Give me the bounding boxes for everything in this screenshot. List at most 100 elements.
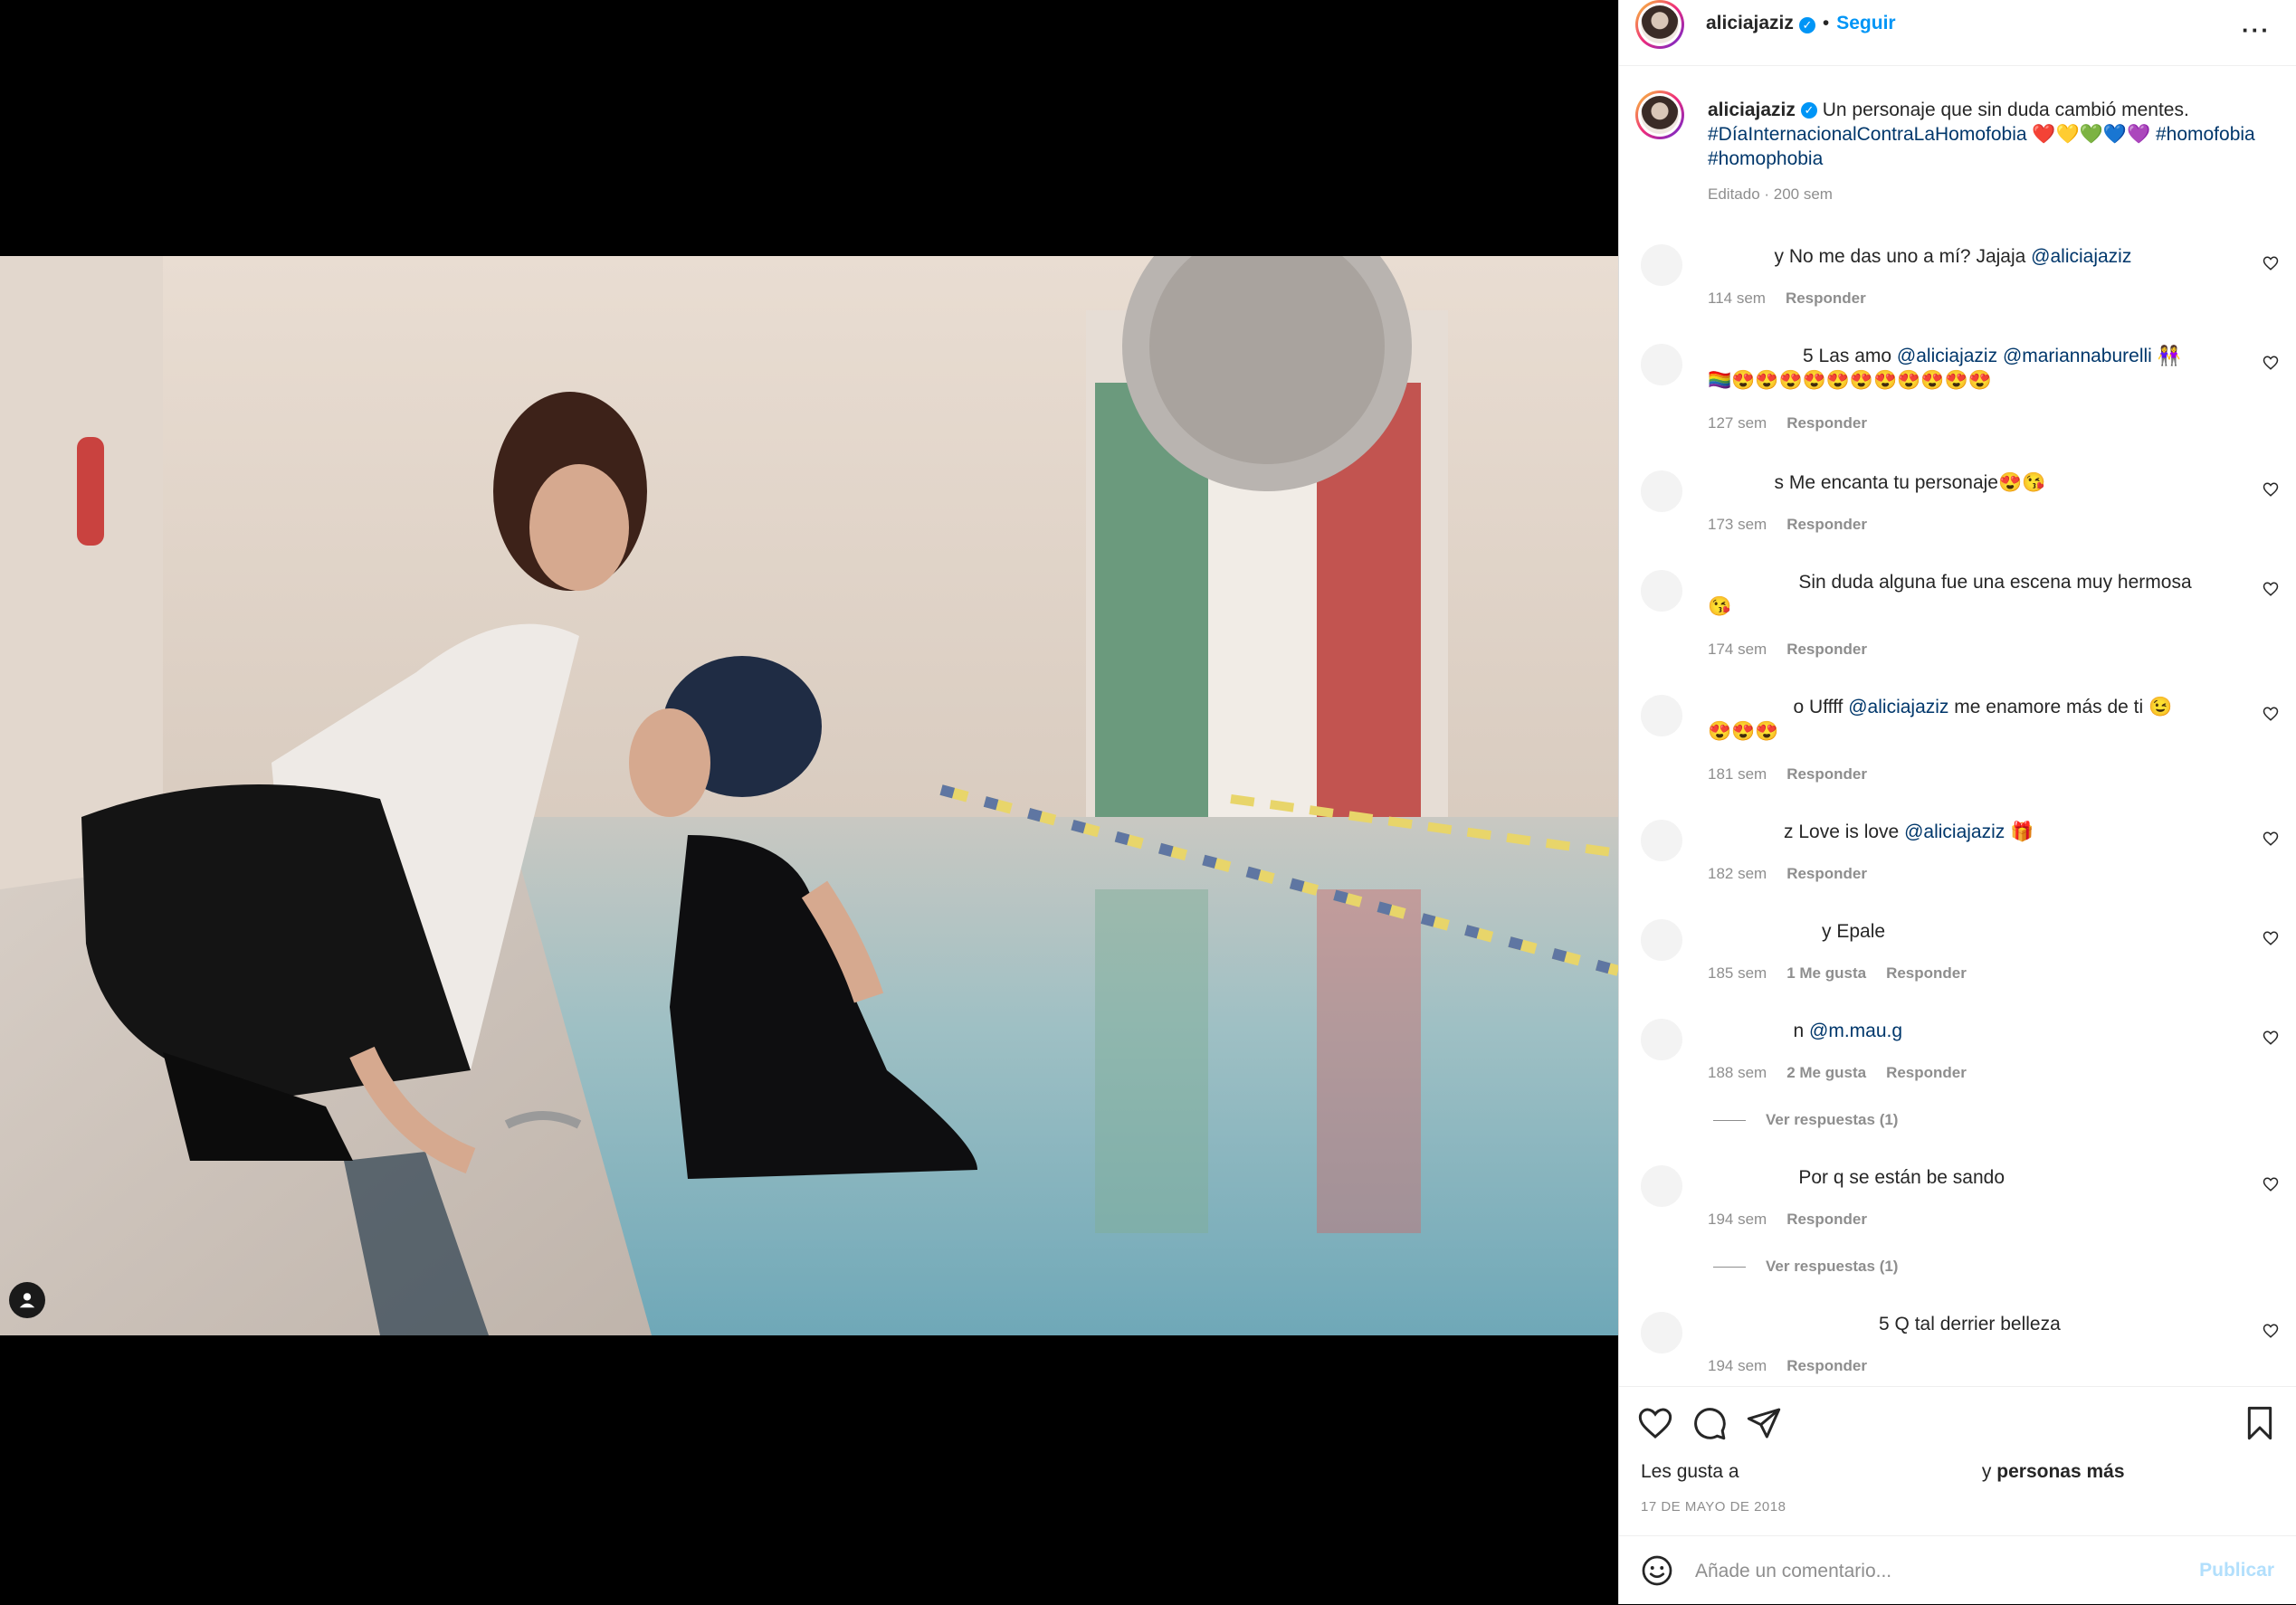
commenter-avatar[interactable] <box>1641 244 1682 286</box>
comment-like-heart-icon[interactable] <box>2263 1030 2279 1046</box>
comment-text: xxxxxxxxxo Uffff @aliciajaziz me enamore… <box>1708 697 2173 742</box>
comment-time: 182 sem <box>1708 865 1767 882</box>
comment-like-heart-icon[interactable] <box>2263 831 2279 847</box>
caption-emojis: ❤️💛💚💙💜 <box>2026 124 2156 145</box>
view-replies-button[interactable]: Ver respuestas (1) <box>1713 1258 1898 1276</box>
comment-text: xxxxxxxy No me das uno a mí? Jajaja @ali… <box>1708 246 2132 267</box>
comment-meta: 181 sem Responder <box>1708 765 1887 784</box>
comment-likes-count[interactable]: 2 Me gusta <box>1786 1064 1866 1081</box>
reply-button[interactable]: Responder <box>1886 964 1967 982</box>
comment-meta: 127 sem Responder <box>1708 414 1887 432</box>
caption-text: Un personaje que sin duda cambió mentes. <box>1816 100 2189 120</box>
comment-meta: 182 sem Responder <box>1708 865 1887 883</box>
comment-likes-count[interactable]: 1 Me gusta <box>1786 964 1866 982</box>
reply-button[interactable]: Responder <box>1786 641 1867 658</box>
replies-divider <box>1713 1120 1746 1122</box>
add-comment-bar: Publicar <box>1619 1535 2296 1605</box>
comment-like-heart-icon[interactable] <box>2263 1323 2279 1339</box>
commenter-avatar[interactable] <box>1641 695 1682 736</box>
caption-username[interactable]: aliciajaziz <box>1708 100 1796 120</box>
post-caption: aliciajaziz ✓ Un personaje que sin duda c… <box>1708 98 2269 206</box>
comment-time: 173 sem <box>1708 516 1767 533</box>
comment-input[interactable] <box>1693 1554 2167 1589</box>
more-options-icon[interactable]: ··· <box>2242 16 2271 44</box>
mention-link[interactable]: @mariannaburelli <box>2003 346 2152 366</box>
caption-edited-meta: Editado · 200 sem <box>1708 185 1833 203</box>
post-photo[interactable] <box>0 256 1618 1335</box>
hashtag-link[interactable]: #homophobia <box>1708 148 1823 169</box>
comment-meta: 194 sem Responder <box>1708 1357 1887 1375</box>
bookmark-icon[interactable] <box>2242 1405 2278 1441</box>
comment-time: 194 sem <box>1708 1211 1767 1228</box>
comment-bubble-icon[interactable] <box>1691 1405 1728 1441</box>
post-header: aliciajaziz ✓ • Seguir ··· <box>1619 0 2296 66</box>
reply-button[interactable]: Responder <box>1786 1211 1867 1228</box>
reply-button[interactable]: Responder <box>1786 865 1867 882</box>
caption-avatar[interactable] <box>1635 90 1684 139</box>
author-line: aliciajaziz ✓ • Seguir <box>1706 13 1896 34</box>
likes-summary[interactable]: Les gusta axxxxxxxxxxxxxxxxxxxxxxxxx y p… <box>1641 1461 2125 1483</box>
verified-badge-icon: ✓ <box>1798 16 1815 33</box>
commenter-avatar[interactable] <box>1641 344 1682 385</box>
comment-time: 127 sem <box>1708 414 1767 432</box>
paper-plane-icon[interactable] <box>1746 1405 1782 1441</box>
photo-illustration <box>0 256 1618 1335</box>
comment-time: 174 sem <box>1708 641 1767 658</box>
comment-like-heart-icon[interactable] <box>2263 930 2279 946</box>
comment-text: xxxxxxxxz Love is love @aliciajaziz 🎁 <box>1708 821 2034 842</box>
verified-badge-icon: ✓ <box>1800 102 1817 119</box>
comment-meta: 114 sem Responder <box>1708 290 1886 308</box>
comment-text: xxxxxxxxxxxxxxxxxx5 Q tal derrier bellez… <box>1708 1314 2061 1334</box>
comment-like-heart-icon[interactable] <box>2263 706 2279 722</box>
comment-like-heart-icon[interactable] <box>2263 255 2279 271</box>
comment-time: 181 sem <box>1708 765 1767 783</box>
publish-button[interactable]: Publicar <box>2199 1560 2274 1581</box>
post-date[interactable]: 17 DE MAYO DE 2018 <box>1641 1499 1786 1515</box>
comment-text: xxxxxxxxx Por q se están be sando <box>1708 1167 2005 1188</box>
post-side-panel: aliciajaziz ✓ • Seguir ··· aliciajaziz ✓ Un … <box>1618 0 2296 1604</box>
comment-text: xxxxxxxxx Sin duda alguna fue una escena… <box>1708 572 2192 617</box>
user-tag-icon <box>19 1293 35 1308</box>
comment-time: 188 sem <box>1708 1064 1767 1081</box>
commenter-avatar[interactable] <box>1641 820 1682 861</box>
post-media-area <box>0 0 1618 1604</box>
author-username[interactable]: aliciajaziz <box>1706 13 1794 33</box>
commenter-avatar[interactable] <box>1641 1019 1682 1060</box>
reply-button[interactable]: Responder <box>1786 516 1867 533</box>
comment-text: xxxxxxxxxn @m.mau.g <box>1708 1021 1903 1041</box>
comment-meta: 188 sem 2 Me gusta Responder <box>1708 1064 1986 1082</box>
mention-link[interactable]: @aliciajaziz <box>1904 821 2005 842</box>
heart-icon[interactable] <box>1637 1405 1673 1441</box>
comment-meta: 174 sem Responder <box>1708 641 1887 659</box>
user-tag-button[interactable] <box>9 1282 45 1318</box>
mention-link[interactable]: @m.mau.g <box>1809 1021 1902 1041</box>
comment-text: xxxxxxxxxx5 Las amo @aliciajaziz @marian… <box>1708 346 2181 391</box>
reply-button[interactable]: Responder <box>1786 414 1867 432</box>
comment-like-heart-icon[interactable] <box>2263 481 2279 498</box>
reply-button[interactable]: Responder <box>1786 765 1867 783</box>
commenter-avatar[interactable] <box>1641 919 1682 961</box>
view-replies-button[interactable]: Ver respuestas (1) <box>1713 1111 1898 1129</box>
comment-like-heart-icon[interactable] <box>2263 1176 2279 1192</box>
hashtag-link[interactable]: #homofobia <box>2156 124 2255 145</box>
follow-button[interactable]: Seguir <box>1836 13 1895 33</box>
comment-time: 185 sem <box>1708 964 1767 982</box>
mention-link[interactable]: @aliciajaziz <box>2031 246 2131 267</box>
author-avatar[interactable] <box>1635 0 1684 49</box>
comment-text: xxxxxxxxxxxxy Epale <box>1708 921 1886 942</box>
commenter-avatar[interactable] <box>1641 1312 1682 1353</box>
mention-link[interactable]: @aliciajaziz <box>1848 697 1948 717</box>
mention-link[interactable]: @aliciajaziz <box>1897 346 1997 366</box>
reply-button[interactable]: Responder <box>1786 290 1866 307</box>
commenter-avatar[interactable] <box>1641 1165 1682 1207</box>
smiley-icon[interactable] <box>1641 1554 1673 1587</box>
comment-like-heart-icon[interactable] <box>2263 355 2279 371</box>
comment-time: 194 sem <box>1708 1357 1767 1374</box>
reply-button[interactable]: Responder <box>1886 1064 1967 1081</box>
commenter-avatar[interactable] <box>1641 470 1682 512</box>
comment-time: 114 sem <box>1708 290 1766 307</box>
hashtag-link[interactable]: #DíaInternacionalContraLaHomofobia <box>1708 124 2027 145</box>
comment-like-heart-icon[interactable] <box>2263 581 2279 597</box>
reply-button[interactable]: Responder <box>1786 1357 1867 1374</box>
commenter-avatar[interactable] <box>1641 570 1682 612</box>
